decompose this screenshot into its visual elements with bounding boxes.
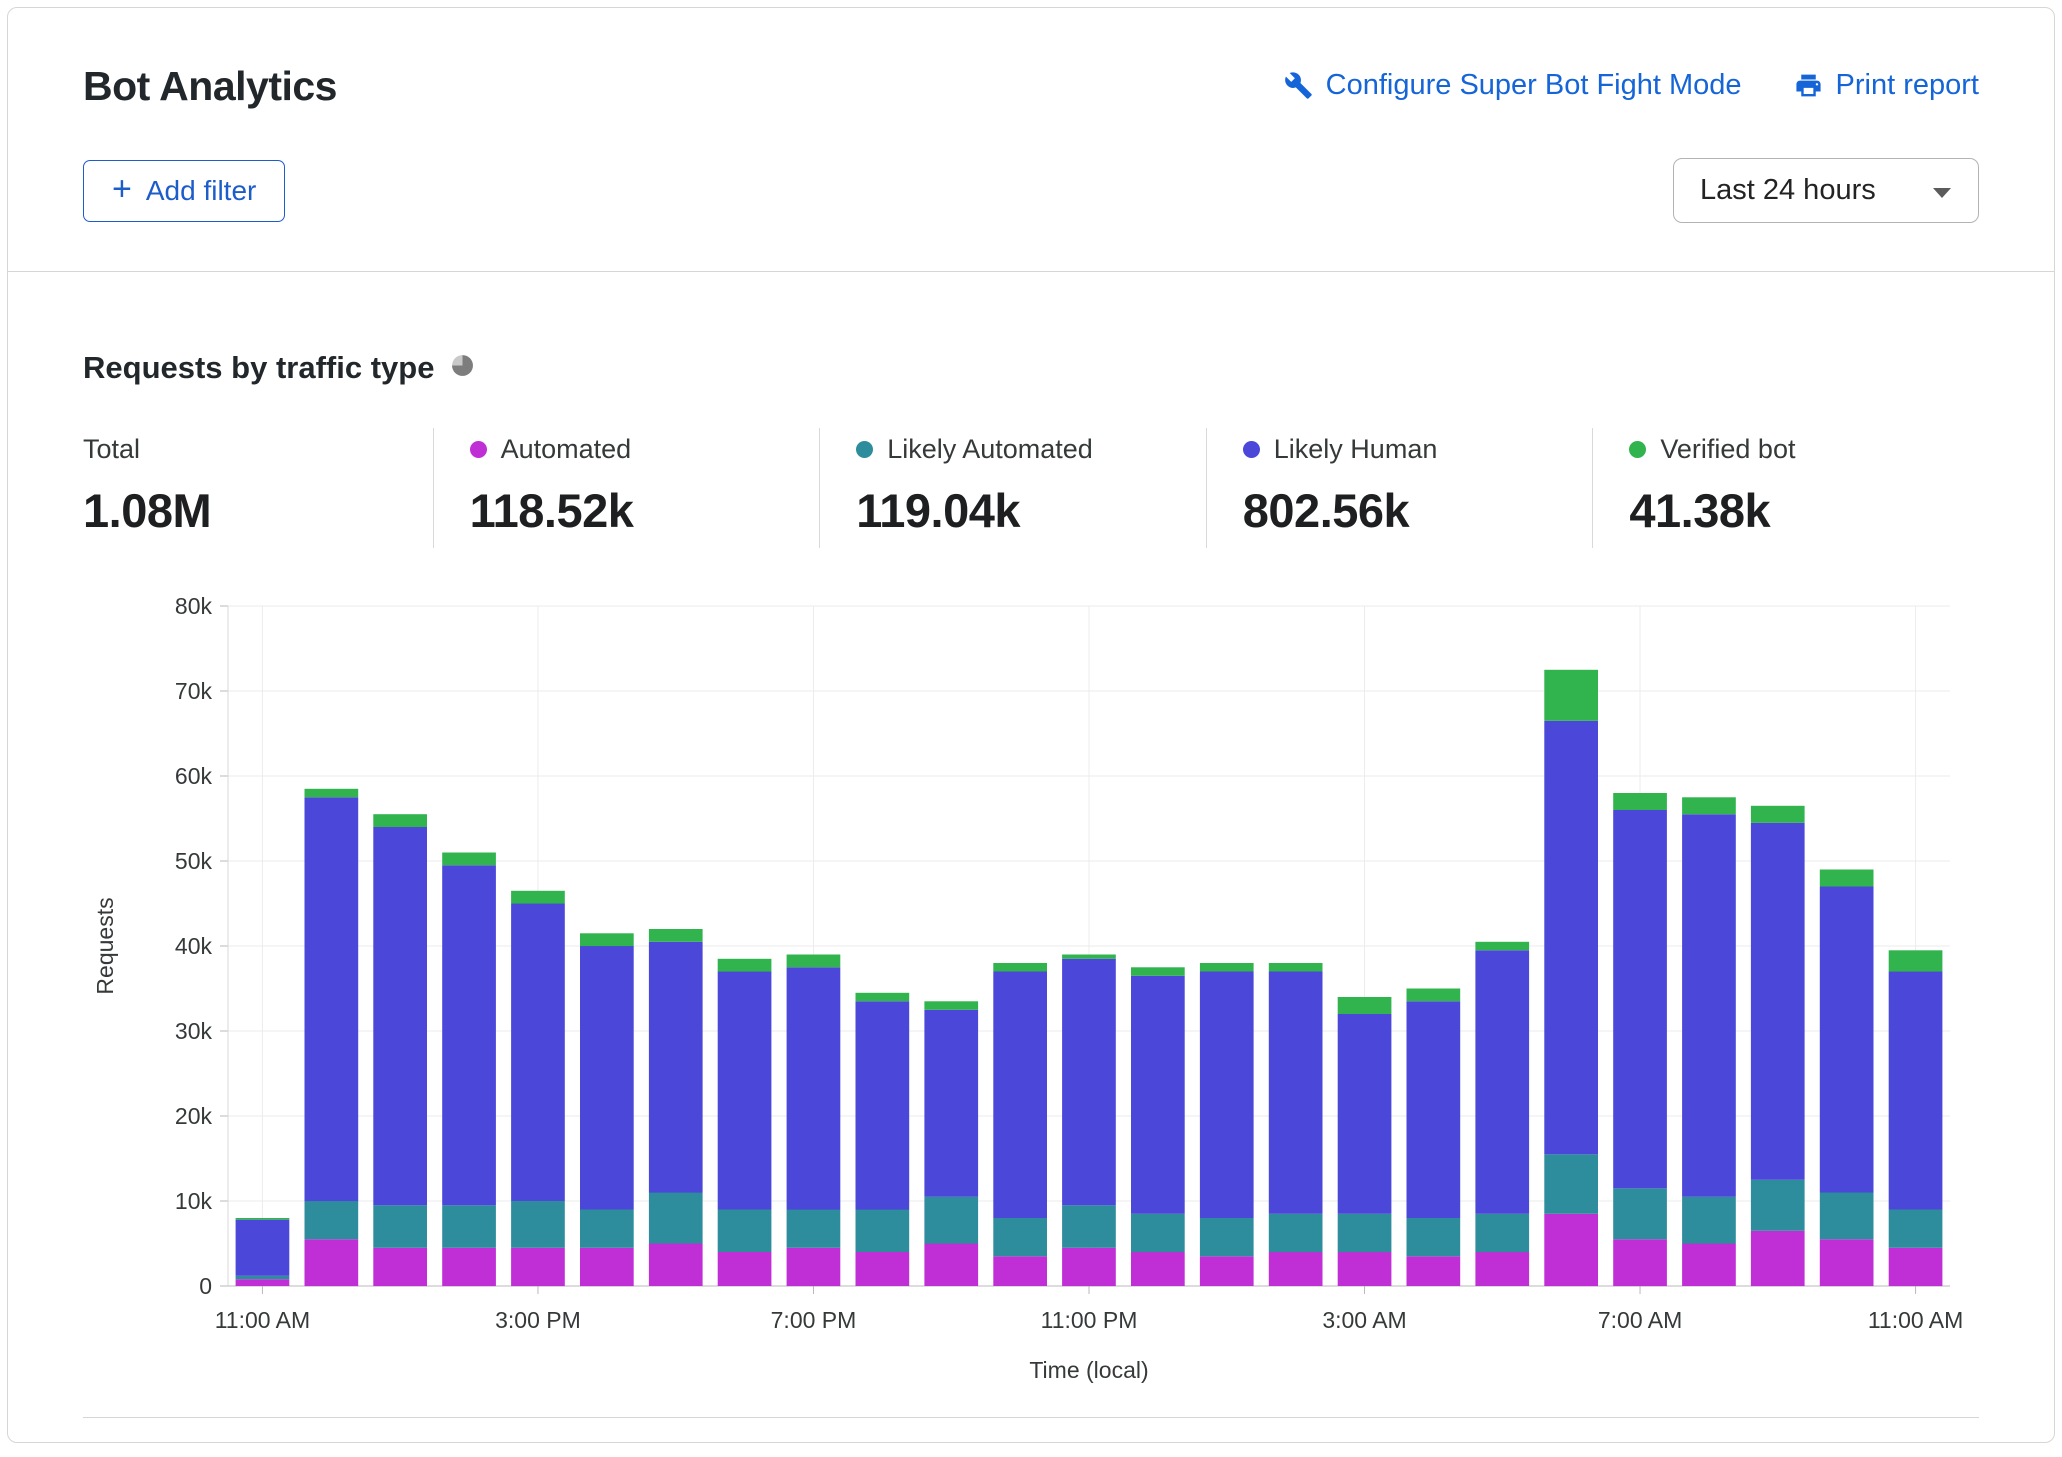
legend-dot	[1243, 441, 1260, 458]
svg-text:10k: 10k	[175, 1188, 213, 1214]
printer-icon	[1794, 71, 1823, 100]
svg-text:50k: 50k	[175, 848, 213, 874]
traffic-type-stats: Total1.08MAutomated118.52kLikely Automat…	[83, 428, 1979, 548]
svg-text:11:00 PM: 11:00 PM	[1041, 1307, 1138, 1333]
bot-analytics-card: Bot Analytics Configure Super Bot Fight …	[7, 7, 2055, 1443]
stat-label: Likely Automated	[887, 434, 1093, 465]
stat-value: 119.04k	[856, 483, 1206, 538]
stat-label: Total	[83, 434, 140, 465]
main-content: Requests by traffic type Total1.08MAutom…	[8, 272, 2054, 1418]
section-title: Requests by traffic type	[83, 350, 434, 386]
chevron-down-icon	[1932, 174, 1952, 207]
stat-label: Likely Human	[1274, 434, 1438, 465]
legend-dot	[470, 441, 487, 458]
pie-chart-icon	[450, 353, 475, 383]
svg-text:Requests: Requests	[92, 897, 118, 994]
stat-label: Verified bot	[1660, 434, 1795, 465]
time-range-value: Last 24 hours	[1700, 174, 1876, 207]
stat-likely-automated: Likely Automated 119.04k	[819, 428, 1206, 548]
print-report-link[interactable]: Print report	[1794, 69, 1979, 102]
add-filter-label: Add filter	[146, 175, 257, 207]
svg-text:11:00 AM: 11:00 AM	[215, 1307, 310, 1333]
svg-text:0: 0	[199, 1273, 212, 1299]
page-title: Bot Analytics	[83, 63, 337, 110]
print-link-label: Print report	[1836, 69, 1979, 102]
svg-text:60k: 60k	[175, 763, 213, 789]
section-divider	[83, 1417, 1979, 1418]
svg-text:Time (local): Time (local)	[1029, 1357, 1148, 1383]
svg-text:11:00 AM: 11:00 AM	[1868, 1307, 1963, 1333]
requests-by-traffic-type-chart[interactable]: 0 10k 20k 30k 40k 50k 60k 70k 80k 11:00 AM 3:00 PM…	[83, 576, 1979, 1403]
svg-text:40k: 40k	[175, 933, 213, 959]
stat-value: 802.56k	[1243, 483, 1593, 538]
stat-value: 41.38k	[1629, 483, 1979, 538]
time-range-select[interactable]: Last 24 hours	[1673, 158, 1979, 223]
svg-text:3:00 PM: 3:00 PM	[495, 1307, 581, 1333]
stat-automated: Automated 118.52k	[433, 428, 820, 548]
svg-text:3:00 AM: 3:00 AM	[1322, 1307, 1406, 1333]
stat-total: Total 1.08M	[83, 428, 433, 548]
add-filter-button[interactable]: + Add filter	[83, 160, 285, 222]
legend-dot	[1629, 441, 1646, 458]
stat-verified-bot: Verified bot 41.38k	[1592, 428, 1979, 548]
svg-text:80k: 80k	[175, 593, 213, 619]
plus-icon: +	[112, 172, 132, 206]
svg-text:70k: 70k	[175, 678, 213, 704]
stat-label: Automated	[501, 434, 632, 465]
header: Bot Analytics Configure Super Bot Fight …	[8, 8, 2054, 271]
legend-dot	[856, 441, 873, 458]
stat-value: 1.08M	[83, 483, 433, 538]
svg-text:30k: 30k	[175, 1018, 213, 1044]
configure-super-bot-fight-mode-link[interactable]: Configure Super Bot Fight Mode	[1284, 69, 1742, 102]
configure-link-label: Configure Super Bot Fight Mode	[1326, 69, 1742, 102]
wrench-icon	[1284, 71, 1313, 100]
svg-text:20k: 20k	[175, 1103, 213, 1129]
svg-text:7:00 AM: 7:00 AM	[1598, 1307, 1682, 1333]
stat-likely-human: Likely Human 802.56k	[1206, 428, 1593, 548]
stat-value: 118.52k	[470, 483, 820, 538]
svg-text:7:00 PM: 7:00 PM	[771, 1307, 857, 1333]
